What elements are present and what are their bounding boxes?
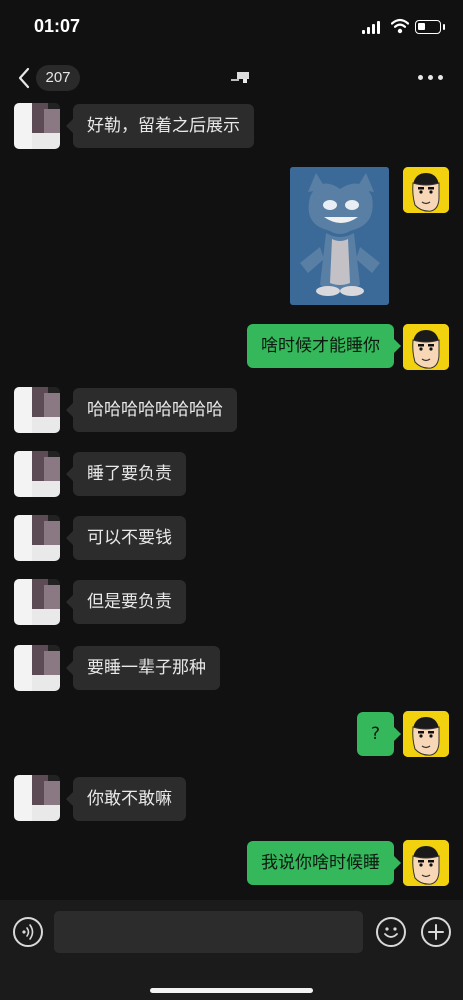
chat-input-bar xyxy=(0,900,463,1000)
my-avatar[interactable] xyxy=(403,324,449,370)
signal-icon xyxy=(362,21,382,34)
my-avatar[interactable] xyxy=(403,711,449,757)
contact-avatar[interactable] xyxy=(14,515,60,561)
my-avatar[interactable] xyxy=(403,167,449,213)
message-bubble-incoming[interactable]: 好勒，留着之后展示 xyxy=(66,104,254,148)
message-bubble-incoming[interactable]: 哈哈哈哈哈哈哈哈 xyxy=(66,388,237,432)
message-bubble-outgoing[interactable]: 啥时候才能睡你 xyxy=(247,324,401,368)
voice-icon[interactable] xyxy=(13,917,43,947)
unread-count-badge[interactable]: 207 xyxy=(36,65,80,91)
contact-avatar[interactable] xyxy=(14,387,60,433)
contact-avatar[interactable] xyxy=(14,451,60,497)
battery-icon xyxy=(415,20,441,34)
emoji-icon[interactable] xyxy=(376,917,406,947)
chat-header: 207 xyxy=(0,56,463,102)
chat-title-redacted xyxy=(231,72,249,83)
battery-cap xyxy=(443,24,445,30)
status-bar: 01:07 xyxy=(0,0,463,56)
status-time: 01:07 xyxy=(34,16,81,36)
home-indicator[interactable] xyxy=(150,988,313,993)
message-bubble-incoming[interactable]: 睡了要负责 xyxy=(66,452,186,496)
message-bubble-outgoing[interactable]: 我说你啥时候睡 xyxy=(247,841,401,885)
message-input[interactable] xyxy=(54,911,363,953)
plus-icon[interactable] xyxy=(421,917,451,947)
tom-cat-sticker[interactable] xyxy=(290,167,389,305)
message-bubble-outgoing[interactable]: ? xyxy=(356,712,402,756)
contact-avatar[interactable] xyxy=(14,645,60,691)
wifi-icon xyxy=(391,18,409,34)
more-dots-icon[interactable] xyxy=(418,75,444,81)
message-bubble-incoming[interactable]: 要睡一辈子那种 xyxy=(66,646,220,690)
my-avatar[interactable] xyxy=(403,840,449,886)
contact-avatar[interactable] xyxy=(14,775,60,821)
message-bubble-incoming[interactable]: 可以不要钱 xyxy=(66,516,186,560)
chevron-left-icon[interactable] xyxy=(14,66,36,90)
message-bubble-incoming[interactable]: 你敢不敢嘛 xyxy=(66,777,186,821)
message-bubble-incoming[interactable]: 但是要负责 xyxy=(66,580,186,624)
contact-avatar[interactable] xyxy=(14,103,60,149)
contact-avatar[interactable] xyxy=(14,579,60,625)
